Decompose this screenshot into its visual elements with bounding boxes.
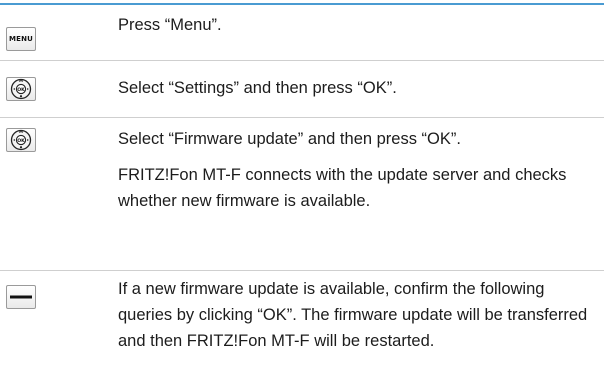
step-text: Select “Firmware update” and then press … <box>118 126 588 214</box>
navigation-ok-key-icon: OK <box>6 77 36 101</box>
step-instruction: Press “Menu”. <box>118 16 222 34</box>
navigation-ok-key-icon: OK <box>6 128 36 152</box>
step-text: Select “Settings” and then press “OK”. <box>118 75 588 101</box>
step-instruction: Select “Settings” and then press “OK”. <box>118 79 397 97</box>
svg-text:OK: OK <box>17 87 25 93</box>
menu-key-icon: MENU <box>6 27 36 51</box>
step-instruction: Select “Firmware update” and then press … <box>118 130 461 148</box>
step-text: Press “Menu”. <box>118 12 588 38</box>
step-row-confirm: If a new firmware update is available, c… <box>0 271 604 372</box>
step-row-firmware: OK Select “Firmware update” and then pre… <box>0 118 604 270</box>
menu-key-label: MENU <box>8 35 34 43</box>
svg-text:OK: OK <box>17 138 25 144</box>
instruction-table: MENU Press “Menu”. OK Select “Settings” … <box>0 0 604 372</box>
step-row-settings: OK Select “Settings” and then press “OK”… <box>0 61 604 117</box>
step-note: FRITZ!Fon MT-F connects with the update … <box>118 166 567 210</box>
step-row-menu: MENU Press “Menu”. <box>0 6 604 60</box>
step-instruction: If a new firmware update is available, c… <box>118 280 588 350</box>
step-text: If a new firmware update is available, c… <box>118 276 588 354</box>
top-rule <box>0 3 604 5</box>
softkey-dash-icon <box>6 285 36 309</box>
